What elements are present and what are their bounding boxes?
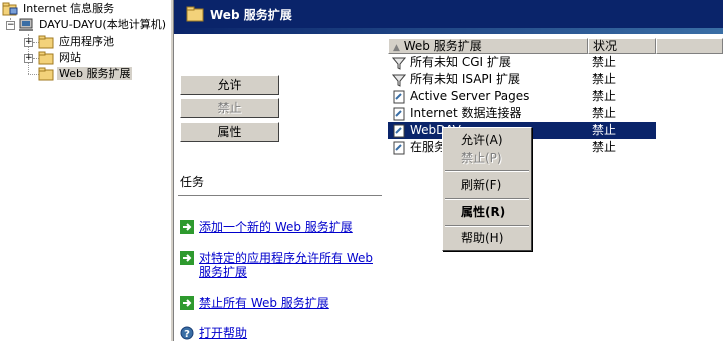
page-title: Web 服务扩展 <box>210 8 292 22</box>
extension-icon <box>393 124 405 137</box>
menu-item-properties[interactable]: 属性(R) <box>445 203 529 221</box>
column-header-empty <box>656 38 723 54</box>
task-link[interactable]: 打开帮助 <box>199 326 380 340</box>
tree-item-app-pools[interactable]: 应用程序池 <box>38 34 116 50</box>
content-header: Web 服务扩展 <box>174 0 723 34</box>
column-header-status[interactable]: 状况 <box>588 38 656 54</box>
green-arrow-icon <box>180 296 194 310</box>
row-status: 禁止 <box>592 55 617 69</box>
extensions-list[interactable]: ▲ Web 服务扩展 状况 所有未知 CGI 扩展 禁止 所有未知 ISAPI … <box>388 38 723 341</box>
iis-folder-icon <box>2 2 18 16</box>
filter-icon <box>392 57 406 70</box>
list-row[interactable]: 所有未知 ISAPI 扩展 禁止 <box>388 71 656 88</box>
extension-icon <box>393 107 405 120</box>
menu-separator <box>445 225 529 227</box>
task-link[interactable]: 对特定的应用程序允许所有 Web 服务扩展 <box>199 251 380 279</box>
tree-item-web-service-extensions[interactable]: Web 服务扩展 <box>38 66 133 82</box>
task-link[interactable]: 添加一个新的 Web 服务扩展 <box>199 220 380 234</box>
tree-item-label: 应用程序池 <box>59 35 114 48</box>
expand-icon[interactable]: + <box>24 54 33 63</box>
pane-splitter[interactable] <box>170 0 174 341</box>
context-menu[interactable]: 允许(A) 禁止(P) 刷新(F) 属性(R) 帮助(H) <box>442 127 532 251</box>
column-header-label: Web 服务扩展 <box>403 39 482 53</box>
row-status: 禁止 <box>592 123 617 137</box>
computer-icon <box>19 18 33 31</box>
row-name: Active Server Pages <box>410 89 530 103</box>
green-arrow-icon <box>180 220 194 234</box>
folder-icon <box>38 51 54 65</box>
folder-icon <box>38 67 54 81</box>
folder-icon <box>186 6 204 22</box>
column-header-extension[interactable]: ▲ Web 服务扩展 <box>388 38 588 54</box>
menu-item-prohibit[interactable]: 禁止(P) <box>445 149 529 167</box>
task-prohibit-all[interactable]: 禁止所有 Web 服务扩展 <box>180 296 380 310</box>
tasks-heading: 任务 <box>180 175 205 189</box>
allow-button[interactable]: 允许 <box>180 75 279 95</box>
header-band <box>174 28 723 34</box>
green-arrow-icon <box>180 251 194 265</box>
svg-text:?: ? <box>184 329 190 340</box>
menu-separator <box>445 198 529 200</box>
extension-icon <box>393 90 405 103</box>
properties-button[interactable]: 属性 <box>180 122 279 142</box>
tree-item-label: Web 服务扩展 <box>57 67 133 80</box>
folder-icon <box>38 35 54 49</box>
expand-icon[interactable]: + <box>24 38 33 47</box>
filter-icon <box>392 74 406 87</box>
tree-item-iis-root[interactable]: Internet 信息服务 <box>2 1 116 17</box>
row-status: 禁止 <box>592 140 617 154</box>
list-row[interactable]: Internet 数据连接器 禁止 <box>388 105 656 122</box>
row-status: 禁止 <box>592 89 617 103</box>
tree-view[interactable]: Internet 信息服务 − DAYU-DAYU(本地计算机) + 应用程序池… <box>0 0 170 341</box>
row-name: 所有未知 CGI 扩展 <box>410 55 511 69</box>
tree-server-label: DAYU-DAYU(本地计算机) <box>39 18 166 31</box>
divider <box>178 195 382 196</box>
list-row[interactable]: 所有未知 CGI 扩展 禁止 <box>388 54 656 71</box>
tree-item-websites[interactable]: 网站 <box>38 50 83 66</box>
tree-item-label: 网站 <box>59 51 81 64</box>
sort-up-icon: ▲ <box>393 43 400 53</box>
tree-root-label: Internet 信息服务 <box>23 2 115 15</box>
menu-item-help[interactable]: 帮助(H) <box>445 229 529 247</box>
column-header-label: 状况 <box>593 39 618 53</box>
menu-item-refresh[interactable]: 刷新(F) <box>445 176 529 194</box>
row-status: 禁止 <box>592 106 617 120</box>
row-status: 禁止 <box>592 72 617 86</box>
tree-item-server[interactable]: DAYU-DAYU(本地计算机) <box>18 17 168 33</box>
menu-item-allow[interactable]: 允许(A) <box>445 131 529 149</box>
row-name: 所有未知 ISAPI 扩展 <box>410 72 520 86</box>
task-add-extension[interactable]: 添加一个新的 Web 服务扩展 <box>180 220 380 234</box>
extension-icon <box>393 141 405 154</box>
prohibit-button[interactable]: 禁止 <box>180 98 279 118</box>
menu-separator <box>445 170 529 172</box>
help-icon: ? <box>180 326 194 340</box>
row-name: Internet 数据连接器 <box>410 106 522 120</box>
list-row[interactable]: Active Server Pages 禁止 <box>388 88 656 105</box>
collapse-icon[interactable]: − <box>6 21 15 30</box>
task-link[interactable]: 禁止所有 Web 服务扩展 <box>199 296 380 310</box>
task-allow-all-for-app[interactable]: 对特定的应用程序允许所有 Web 服务扩展 <box>180 251 380 279</box>
task-open-help[interactable]: ? 打开帮助 <box>180 326 380 340</box>
